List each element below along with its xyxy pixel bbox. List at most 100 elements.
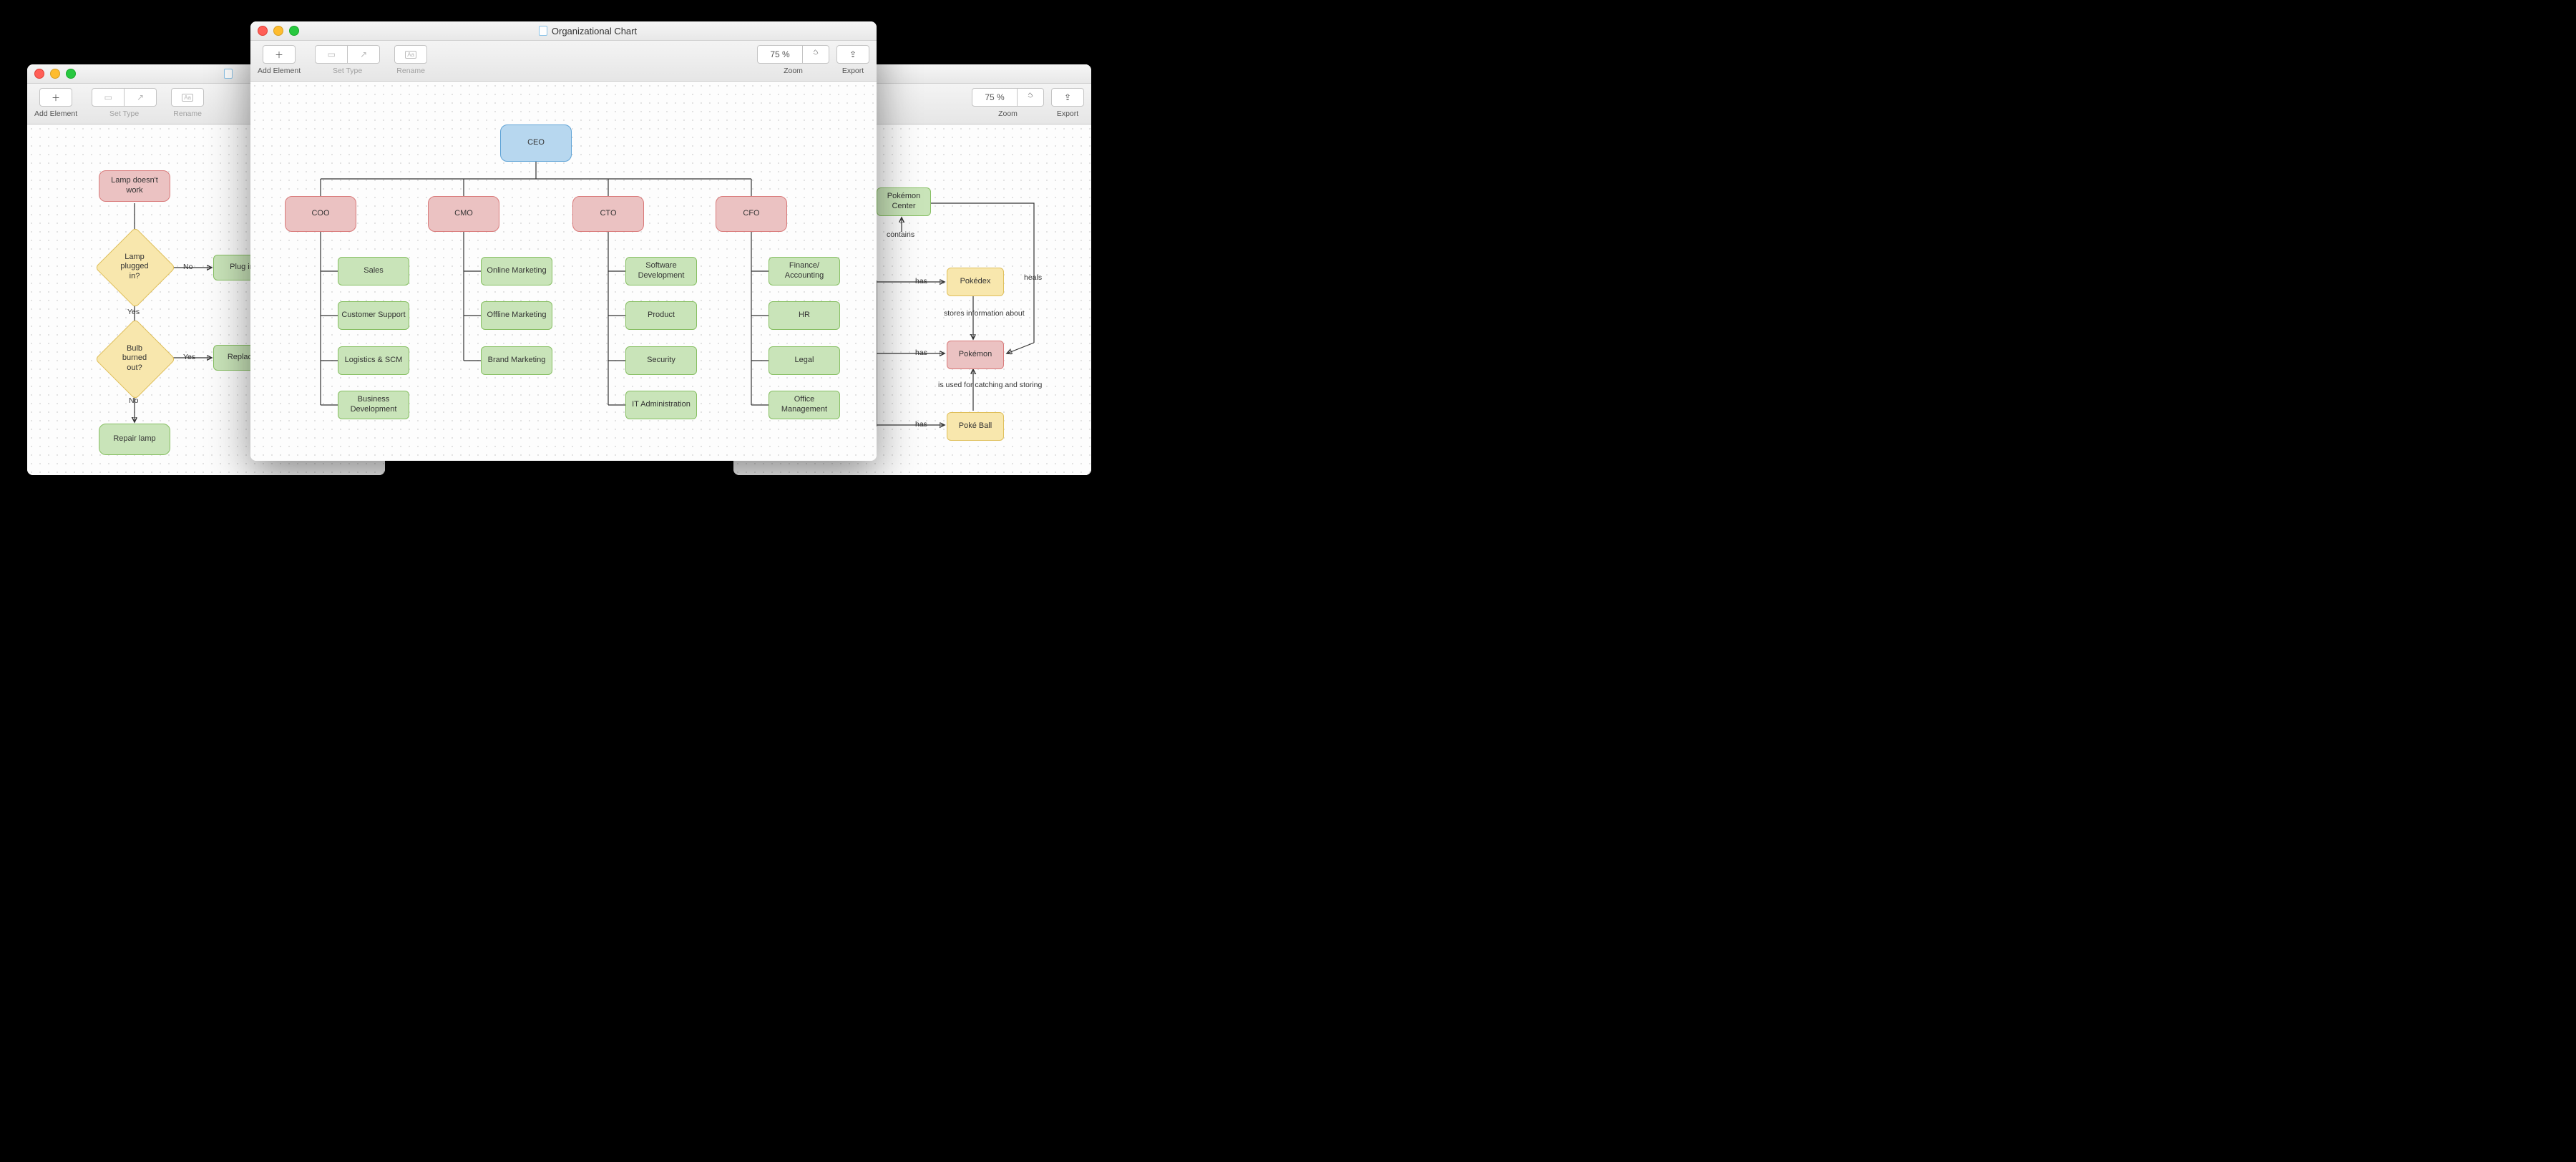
node-dept[interactable]: Legal bbox=[769, 346, 840, 375]
tool-set-type: ▭ ↗ Set Type bbox=[92, 88, 157, 118]
add-element-label: Add Element bbox=[258, 67, 301, 75]
tool-set-type: ▭ ↗ Set Type bbox=[315, 45, 380, 75]
edge-label-yes: Yes bbox=[127, 308, 140, 316]
rename-icon: Aa bbox=[405, 51, 416, 59]
node-dept[interactable]: Brand Marketing bbox=[481, 346, 552, 375]
node-label: Customer Support bbox=[341, 311, 405, 321]
export-button[interactable]: ⇪ bbox=[1051, 88, 1084, 107]
rename-button[interactable]: Aa bbox=[171, 88, 204, 107]
close-icon[interactable] bbox=[258, 26, 268, 36]
rename-icon: Aa bbox=[182, 94, 193, 102]
plus-icon: ＋ bbox=[52, 92, 60, 104]
zoom-icon[interactable] bbox=[289, 26, 299, 36]
node-dept[interactable]: Business Development bbox=[338, 391, 409, 419]
tool-add-element: ＋ Add Element bbox=[34, 88, 77, 118]
type-arrow-button[interactable]: ↗ bbox=[348, 45, 380, 64]
node-dept[interactable]: Software Development bbox=[625, 257, 697, 285]
node-label: Legal bbox=[795, 356, 814, 366]
rectangle-icon: ▭ bbox=[327, 49, 335, 59]
node-label: Bulb burned out? bbox=[107, 331, 162, 386]
zoom-value[interactable]: 75 % bbox=[757, 45, 803, 64]
type-rect-button[interactable]: ▭ bbox=[315, 45, 348, 64]
titlebar[interactable]: Organizational Chart bbox=[250, 21, 877, 41]
traffic-lights bbox=[258, 26, 299, 36]
node-cfo[interactable]: CFO bbox=[716, 196, 787, 232]
share-icon: ⇪ bbox=[1064, 92, 1071, 102]
export-label: Export bbox=[842, 67, 864, 75]
node-label: Poké Ball bbox=[959, 421, 992, 431]
minimize-icon[interactable] bbox=[50, 69, 60, 79]
node-dept[interactable]: HR bbox=[769, 301, 840, 330]
node-center[interactable]: Pokémon Center bbox=[877, 187, 931, 216]
close-icon[interactable] bbox=[34, 69, 44, 79]
node-dept[interactable]: Product bbox=[625, 301, 697, 330]
node-decision-bulb[interactable]: Bulb burned out? bbox=[107, 331, 162, 386]
node-label: Pokémon bbox=[959, 350, 992, 360]
window-title-text: Organizational Chart bbox=[552, 26, 637, 36]
node-cto[interactable]: CTO bbox=[572, 196, 644, 232]
node-label: Pokémon Center bbox=[880, 192, 927, 212]
node-repair[interactable]: Repair lamp bbox=[99, 424, 170, 455]
node-label: Logistics & SCM bbox=[345, 356, 403, 366]
set-type-label: Set Type bbox=[109, 109, 139, 118]
plus-icon: ＋ bbox=[275, 49, 283, 61]
node-ceo[interactable]: CEO bbox=[500, 125, 572, 162]
node-dept[interactable]: Office Management bbox=[769, 391, 840, 419]
minimize-icon[interactable] bbox=[273, 26, 283, 36]
rename-label: Rename bbox=[173, 109, 202, 118]
node-label: Offline Marketing bbox=[487, 311, 547, 321]
zoom-label: Zoom bbox=[784, 67, 803, 75]
node-dept[interactable]: Logistics & SCM bbox=[338, 346, 409, 375]
node-pokeball[interactable]: Poké Ball bbox=[947, 412, 1004, 441]
node-label: CTO bbox=[600, 209, 616, 219]
node-dept[interactable]: Finance/ Accounting bbox=[769, 257, 840, 285]
type-arrow-button[interactable]: ↗ bbox=[125, 88, 157, 107]
node-label: Repair lamp bbox=[113, 434, 155, 444]
node-pokemon[interactable]: Pokémon bbox=[947, 341, 1004, 369]
zoom-value[interactable]: 75 % bbox=[972, 88, 1018, 107]
toolbar: ＋ Add Element ▭ ↗ Set Type Aa Rename 75 … bbox=[250, 41, 877, 82]
document-icon bbox=[539, 26, 547, 36]
node-label: Online Marketing bbox=[487, 266, 546, 276]
zoom-control: 75 % ヘ﹀ bbox=[972, 88, 1044, 107]
stage: ＋ Add Element ▭ ↗ Set Type Aa Rename 75 … bbox=[0, 0, 1116, 515]
arrow-icon: ↗ bbox=[137, 92, 144, 102]
node-pokedex[interactable]: Pokédex bbox=[947, 268, 1004, 296]
add-element-button[interactable]: ＋ bbox=[39, 88, 72, 107]
node-label: COO bbox=[311, 209, 329, 219]
node-dept[interactable]: Online Marketing bbox=[481, 257, 552, 285]
node-dept[interactable]: Offline Marketing bbox=[481, 301, 552, 330]
window-org-chart: Organizational Chart ＋ Add Element ▭ ↗ S… bbox=[250, 21, 877, 461]
node-label: Business Development bbox=[341, 395, 406, 415]
edge-label-catch: is used for catching and storing bbox=[938, 381, 1010, 389]
edge-label-no: No bbox=[129, 396, 138, 405]
edge-label-heals: heals bbox=[1024, 273, 1042, 282]
canvas-org[interactable]: CEO COO CMO CTO CFO Sales Customer Suppo… bbox=[250, 82, 877, 461]
add-element-button[interactable]: ＋ bbox=[263, 45, 296, 64]
node-label: Sales bbox=[364, 266, 384, 276]
chevron-down-icon: ﹀ bbox=[814, 54, 819, 59]
rename-button[interactable]: Aa bbox=[394, 45, 427, 64]
edge-label-contains: contains bbox=[887, 230, 914, 239]
node-dept[interactable]: IT Administration bbox=[625, 391, 697, 419]
window-title: Organizational Chart bbox=[306, 26, 869, 36]
rename-label: Rename bbox=[396, 67, 425, 75]
node-decision-plugged[interactable]: Lamp plugged in? bbox=[107, 239, 162, 295]
node-label: CEO bbox=[527, 138, 545, 148]
export-button[interactable]: ⇪ bbox=[836, 45, 869, 64]
tool-add-element: ＋ Add Element bbox=[258, 45, 301, 75]
node-coo[interactable]: COO bbox=[285, 196, 356, 232]
tool-export: ⇪ Export bbox=[1051, 88, 1084, 118]
node-dept[interactable]: Customer Support bbox=[338, 301, 409, 330]
type-rect-button[interactable]: ▭ bbox=[92, 88, 125, 107]
node-cmo[interactable]: CMO bbox=[428, 196, 499, 232]
zoom-stepper[interactable]: ヘ﹀ bbox=[803, 45, 829, 64]
node-label: Lamp doesn't work bbox=[102, 176, 167, 196]
node-label: Security bbox=[647, 356, 675, 366]
node-dept[interactable]: Sales bbox=[338, 257, 409, 285]
zoom-stepper[interactable]: ヘ﹀ bbox=[1018, 88, 1044, 107]
node-start[interactable]: Lamp doesn't work bbox=[99, 170, 170, 202]
zoom-icon[interactable] bbox=[66, 69, 76, 79]
traffic-lights bbox=[34, 69, 76, 79]
node-dept[interactable]: Security bbox=[625, 346, 697, 375]
